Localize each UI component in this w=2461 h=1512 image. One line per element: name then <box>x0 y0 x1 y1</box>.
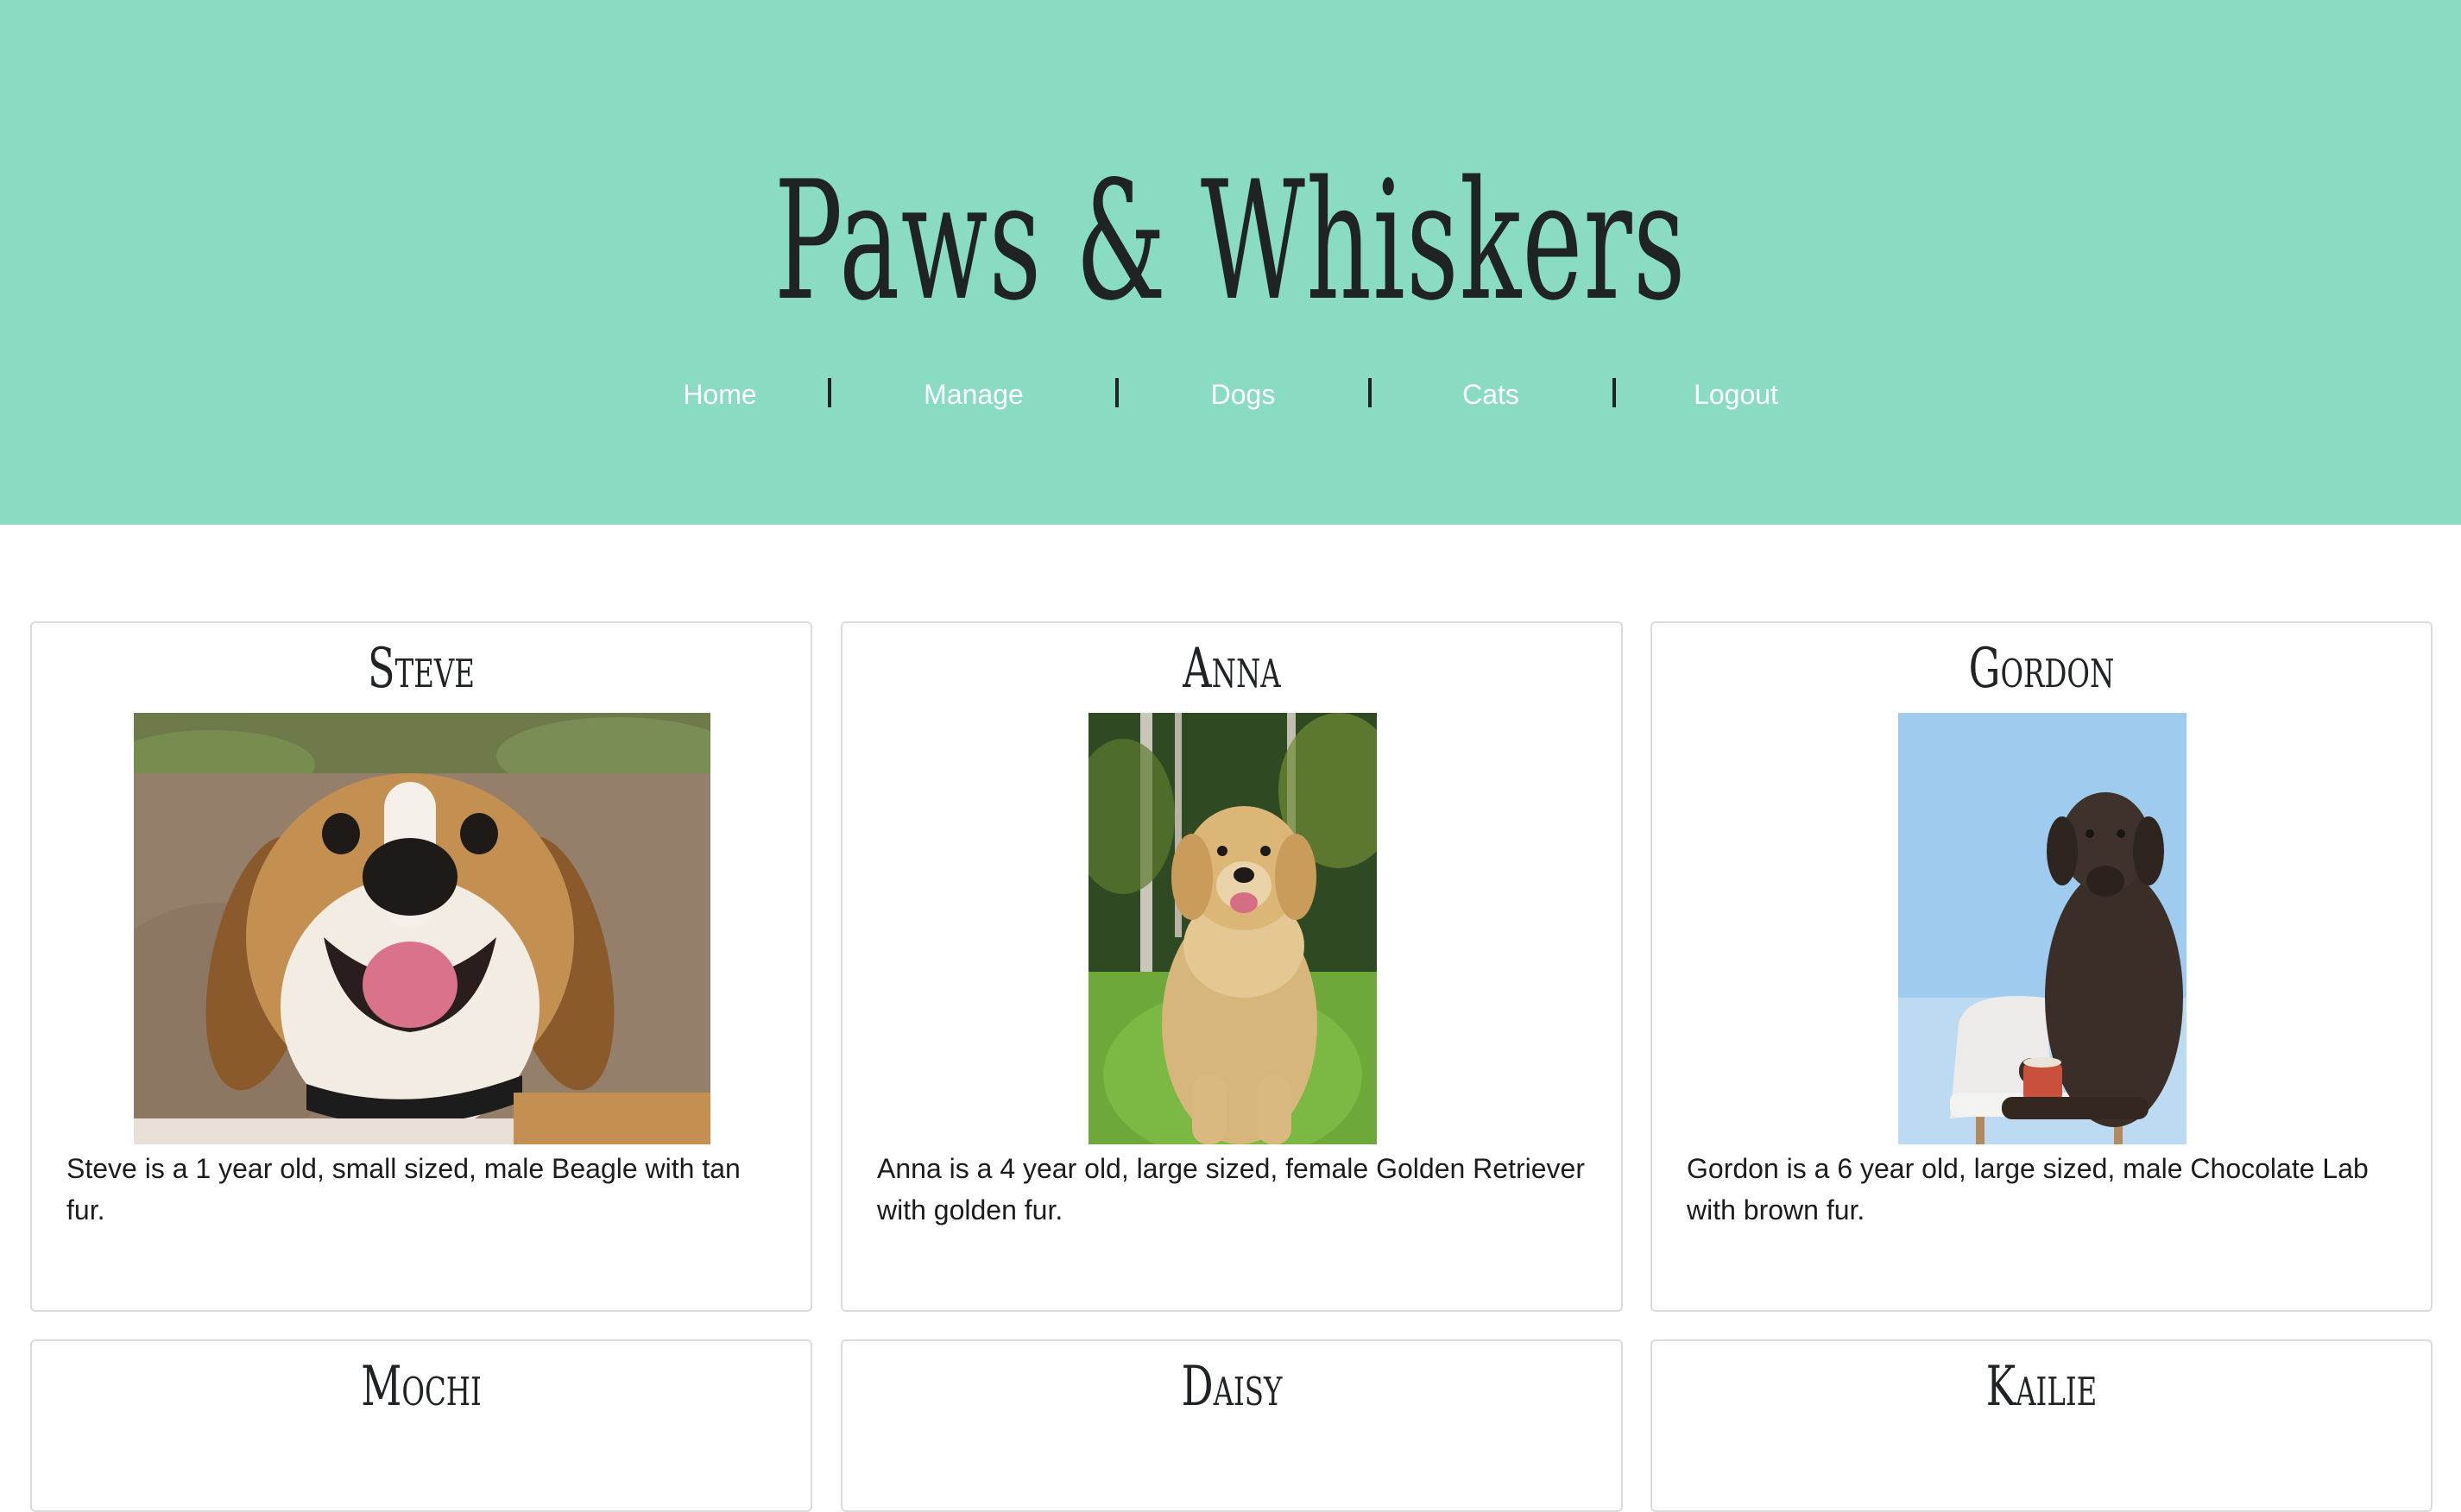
pet-name: Steve <box>368 637 475 701</box>
pet-description: Gordon is a 6 year old, large sized, mal… <box>1687 1153 2369 1225</box>
golden-retriever-photo <box>1089 713 1377 1144</box>
pet-name: Kailie <box>1985 1355 2098 1419</box>
nav-separator <box>1115 378 1119 407</box>
nav-dogs-link[interactable]: Dogs <box>1211 373 1276 416</box>
nav-separator <box>1612 378 1616 407</box>
pet-card-gordon[interactable]: Gordon Gordon is a 6 year old, large siz… <box>1650 621 2433 1312</box>
nav-logout-link[interactable]: Logout <box>1694 373 1778 416</box>
nav-separator <box>828 378 831 407</box>
pet-card-steve[interactable]: Steve Steve is a 1 year old, small sized… <box>30 621 812 1312</box>
chocolate-lab-photo <box>1898 713 2187 1144</box>
pet-name: Daisy <box>1181 1355 1283 1419</box>
beagle-photo <box>134 713 710 1144</box>
site-title: Paws & Whiskers <box>773 146 1687 337</box>
pet-card-mochi[interactable]: Mochi <box>30 1339 812 1512</box>
pet-photo-steve[interactable] <box>134 713 710 1144</box>
pet-card-daisy[interactable]: Daisy <box>841 1339 1623 1512</box>
pet-description: Steve is a 1 year old, small sized, male… <box>66 1153 741 1225</box>
pet-photo-gordon[interactable] <box>1898 713 2187 1144</box>
nav-separator <box>1368 378 1372 407</box>
nav-manage-link[interactable]: Manage <box>924 373 1024 416</box>
pet-card-kailie[interactable]: Kailie <box>1650 1339 2433 1512</box>
pet-name: Gordon <box>1968 637 2115 701</box>
nav-cats-link[interactable]: Cats <box>1462 373 1519 416</box>
pet-name: Anna <box>1183 637 1281 701</box>
site-header: Paws & Whiskers Home Manage Dogs Cats Lo… <box>0 0 2461 525</box>
pet-description: Anna is a 4 year old, large sized, femal… <box>877 1153 1585 1225</box>
pet-name: Mochi <box>361 1355 482 1419</box>
pet-card-anna[interactable]: Anna Anna is a 4 year old, large sized, … <box>841 621 1623 1312</box>
pet-photo-anna[interactable] <box>1089 713 1377 1144</box>
nav-home-link[interactable]: Home <box>683 373 756 416</box>
